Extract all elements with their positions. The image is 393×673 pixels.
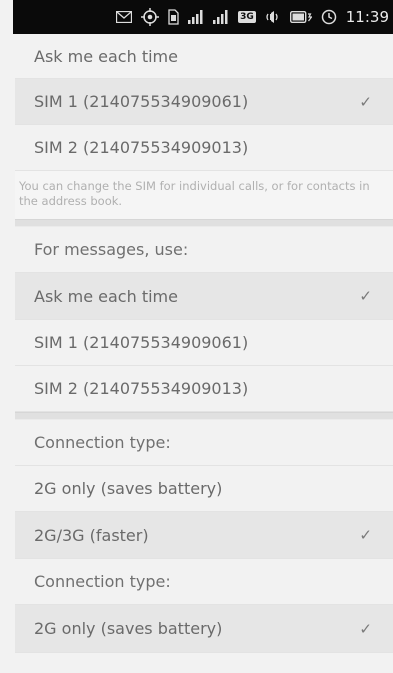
calls-option-sim2[interactable]: SIM 2 (214075534909013) [15,125,393,171]
option-label: 2G/3G (faster) [34,525,149,545]
check-icon: ✓ [359,287,372,305]
battery-charging-icon [289,8,312,26]
calls-option-sim1[interactable]: SIM 1 (214075534909061) ✓ [15,79,393,125]
section-divider [15,219,393,227]
gps-icon [141,8,160,26]
check-icon: ✓ [359,92,372,111]
messages-option-sim2[interactable]: SIM 2 (214075534909013) [15,366,393,412]
check-icon: ✓ [359,526,372,544]
option-label: 2G only (saves battery) [34,619,223,638]
connection-option-2g3g[interactable]: 2G/3G (faster) ✓ [15,512,393,559]
option-label: 2G only (saves battery) [34,479,223,498]
section-divider [15,412,393,420]
sim-icon [168,8,179,26]
connection-heading-2: Connection type: [15,559,393,605]
messages-heading: For messages, use: [15,227,393,273]
status-time: 11:39 [345,8,389,26]
signal-icon [188,8,204,26]
option-label: SIM 1 (214075534909061) [34,333,249,352]
messages-option-sim1[interactable]: SIM 1 (214075534909061) [15,320,393,366]
section-heading: For messages, use: [34,240,189,259]
sim-settings-list: Ask me each time SIM 1 (214075534909061)… [15,34,393,653]
connection-option-2g-second[interactable]: 2G only (saves battery) ✓ [15,605,393,653]
clock-icon [321,8,337,26]
calls-help-note: You can change the SIM for individual ca… [15,171,393,219]
connection-option-2g[interactable]: 2G only (saves battery) [15,466,393,512]
section-heading: Connection type: [34,433,171,452]
volume-icon [265,8,281,26]
option-label: SIM 2 (214075534909013) [34,138,249,157]
message-icon [116,8,133,26]
connection-heading-1: Connection type: [15,420,393,466]
3g-icon: 3G [238,11,256,23]
option-label: SIM 1 (214075534909061) [34,92,249,111]
signal-icon [213,8,229,26]
check-icon: ✓ [359,619,372,638]
messages-option-ask[interactable]: Ask me each time ✓ [15,273,393,320]
status-bar: 3G 11:39 [13,0,393,34]
calls-option-ask[interactable]: Ask me each time [15,34,393,79]
option-label: Ask me each time [34,286,178,306]
option-label: Ask me each time [34,46,178,66]
section-heading: Connection type: [34,572,171,591]
option-label: SIM 2 (214075534909013) [34,379,249,398]
